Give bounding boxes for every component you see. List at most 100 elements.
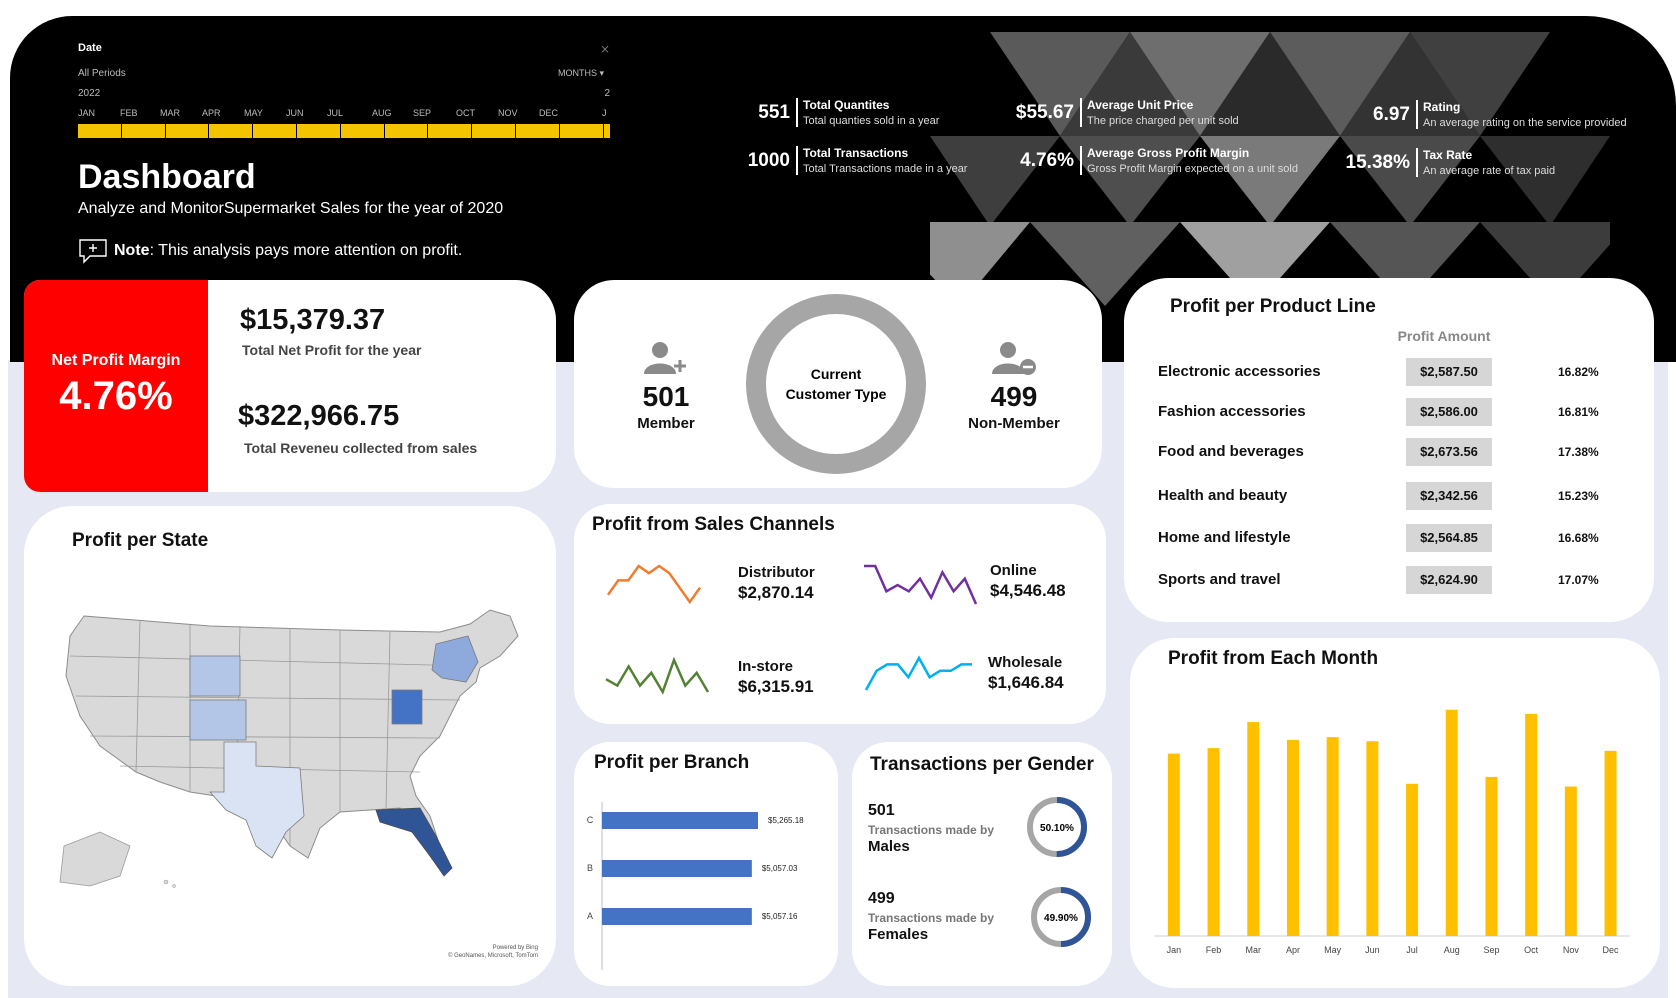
kpi-total-transactions: 1000 Total Transactions Total Transaction…	[690, 146, 967, 175]
member-label: Member	[637, 415, 695, 432]
kpi-tax-rate: 15.38% Tax Rate An average rate of tax pa…	[1324, 148, 1555, 177]
profit-per-state-card: Profit per State Powered by Bing © GeoNa…	[24, 506, 556, 986]
slicer-month[interactable]: APR	[202, 108, 221, 118]
kpi-value: 4.76%	[1020, 149, 1074, 171]
nonmember-label: Non-Member	[968, 415, 1060, 432]
product-row: Sports and travel $2,624.90 17.07%	[1158, 566, 1638, 594]
donut-nonmember-arc	[746, 294, 926, 474]
customer-type-card: 501 Member Current Customer Type 499 Non…	[574, 280, 1102, 488]
kpi-rating: 6.97 Rating An average rating on the serv…	[1324, 100, 1627, 129]
channel-value: $1,646.84	[988, 673, 1064, 692]
slicer-month[interactable]: SEP	[413, 108, 431, 118]
month-tick-label: May	[1324, 945, 1342, 955]
slicer-year: 2022	[78, 88, 101, 99]
month-tick-label: Sep	[1483, 945, 1499, 955]
branch-bar	[602, 908, 752, 925]
wholesale-sparkline	[864, 655, 972, 691]
channel-name: Online	[990, 562, 1037, 579]
month-tick-label: Jun	[1365, 945, 1380, 955]
month-tick-label: Aug	[1444, 945, 1460, 955]
clear-filter-icon[interactable]: ⨯	[600, 42, 610, 56]
month-bar	[1485, 776, 1498, 936]
slicer-month[interactable]: DEC	[539, 108, 558, 118]
female-share-donut: 49.90%	[1031, 887, 1091, 947]
slicer-month[interactable]: MAY	[244, 108, 263, 118]
product-share: 17.38%	[1558, 445, 1599, 459]
gender-label: Females	[868, 926, 929, 943]
channel-in-store: In-store $6,315.91	[738, 658, 814, 697]
nonmember-count: 499	[990, 381, 1038, 412]
branch-value-label: $5,057.16	[762, 912, 798, 921]
date-slicer[interactable]: Date ⨯ All Periods MONTHS ▾ 2022 2 JAN F…	[78, 42, 610, 138]
product-line-title: Profit per Product Line	[1170, 296, 1376, 317]
month-bar	[1326, 737, 1339, 936]
month-tick-label: Nov	[1563, 945, 1580, 955]
slicer-periods: All Periods	[78, 68, 126, 79]
us-state-map[interactable]	[40, 596, 540, 936]
sparkline-path	[864, 564, 978, 605]
nonmember-group: 499 Non-Member	[954, 340, 1074, 432]
member-group: 501 Member	[606, 340, 726, 432]
month-bar	[1604, 750, 1617, 936]
kpi-value: 1000	[747, 149, 790, 171]
slicer-month[interactable]: NOV	[498, 108, 518, 118]
branch-bar	[602, 860, 752, 877]
page-title: Dashboard	[78, 158, 256, 196]
slicer-month[interactable]: J	[602, 108, 607, 118]
month-bar	[1525, 713, 1538, 936]
slicer-level-dropdown[interactable]: MONTHS ▾	[558, 68, 604, 79]
product-share: 16.81%	[1558, 405, 1599, 419]
kpi-desc: An average rating on the service provide…	[1423, 117, 1627, 129]
month-bar	[1366, 741, 1379, 936]
channel-distributor: Distributor $2,870.14	[738, 564, 815, 603]
profit-per-branch-card: Profit per Branch C $5,265.18 B $5,057.03 A $…	[574, 742, 838, 986]
male-share-donut: 50.10%	[1027, 797, 1087, 857]
slicer-month[interactable]: JAN	[78, 108, 95, 118]
channel-value: $2,870.14	[738, 583, 814, 602]
slicer-month[interactable]: OCT	[456, 108, 475, 118]
branch-value-label: $5,265.18	[768, 816, 804, 825]
channel-wholesale: Wholesale $1,646.84	[988, 654, 1064, 693]
note-text: : This analysis pays more attention on p…	[149, 242, 463, 259]
branch-category-label: A	[587, 911, 593, 921]
kpi-desc: Gross Profit Margin expected on a unit s…	[1087, 163, 1298, 175]
month-tick-label: Mar	[1246, 945, 1262, 955]
kpi-value: 551	[758, 101, 790, 123]
product-name: Sports and travel	[1158, 571, 1281, 588]
slicer-level-label: MONTHS	[557, 68, 597, 78]
product-row: Food and beverages $2,673.56 17.38%	[1158, 438, 1638, 466]
kpi-desc: The price charged per unit sold	[1087, 115, 1239, 127]
map-credit: Powered by Bing © GeoNames, Microsoft, T…	[448, 944, 538, 960]
product-row: Fashion accessories $2,586.00 16.81%	[1158, 398, 1638, 426]
gender-desc: Transactions made by	[868, 823, 995, 837]
kpi-title: Average Unit Price	[1087, 98, 1194, 112]
slicer-month[interactable]: JUL	[327, 108, 343, 118]
slicer-timeline-bar[interactable]	[78, 124, 610, 138]
slicer-month[interactable]: MAR	[160, 108, 180, 118]
sales-channels-title: Profit from Sales Channels	[592, 514, 835, 535]
product-amount: $2,342.56	[1406, 482, 1492, 510]
product-line-card: Profit per Product Line Profit Amount El…	[1124, 278, 1654, 622]
branch-value-label: $5,057.03	[762, 864, 798, 873]
state-florida	[375, 807, 453, 877]
month-bar	[1445, 709, 1458, 936]
note: Note: This analysis pays more attention …	[78, 238, 462, 264]
kpi-title: Total Quantites	[803, 98, 890, 112]
product-share: 16.68%	[1558, 531, 1599, 545]
month-bar	[1406, 783, 1419, 936]
state-colorado	[189, 699, 247, 741]
dashboard-canvas: Date ⨯ All Periods MONTHS ▾ 2022 2 JAN F…	[0, 0, 1676, 998]
map-credit-line1: Powered by Bing	[492, 945, 538, 951]
month-tick-label: Jul	[1406, 945, 1418, 955]
slicer-month[interactable]: JUN	[286, 108, 304, 118]
product-name: Food and beverages	[1158, 443, 1304, 460]
slicer-month[interactable]: FEB	[120, 108, 138, 118]
slicer-month[interactable]: AUG	[372, 108, 392, 118]
product-amount: $2,587.50	[1406, 358, 1492, 386]
customer-type-donut: Current Customer Type	[746, 294, 926, 474]
month-tick-label: Apr	[1286, 945, 1300, 955]
month-bar	[1207, 748, 1220, 936]
sales-channels-card: Profit from Sales Channels Distributor $…	[574, 504, 1106, 724]
kpi-value: 6.97	[1373, 103, 1410, 125]
net-profit-card: Net Profit Margin 4.76% $15,379.37 Total…	[24, 280, 556, 492]
